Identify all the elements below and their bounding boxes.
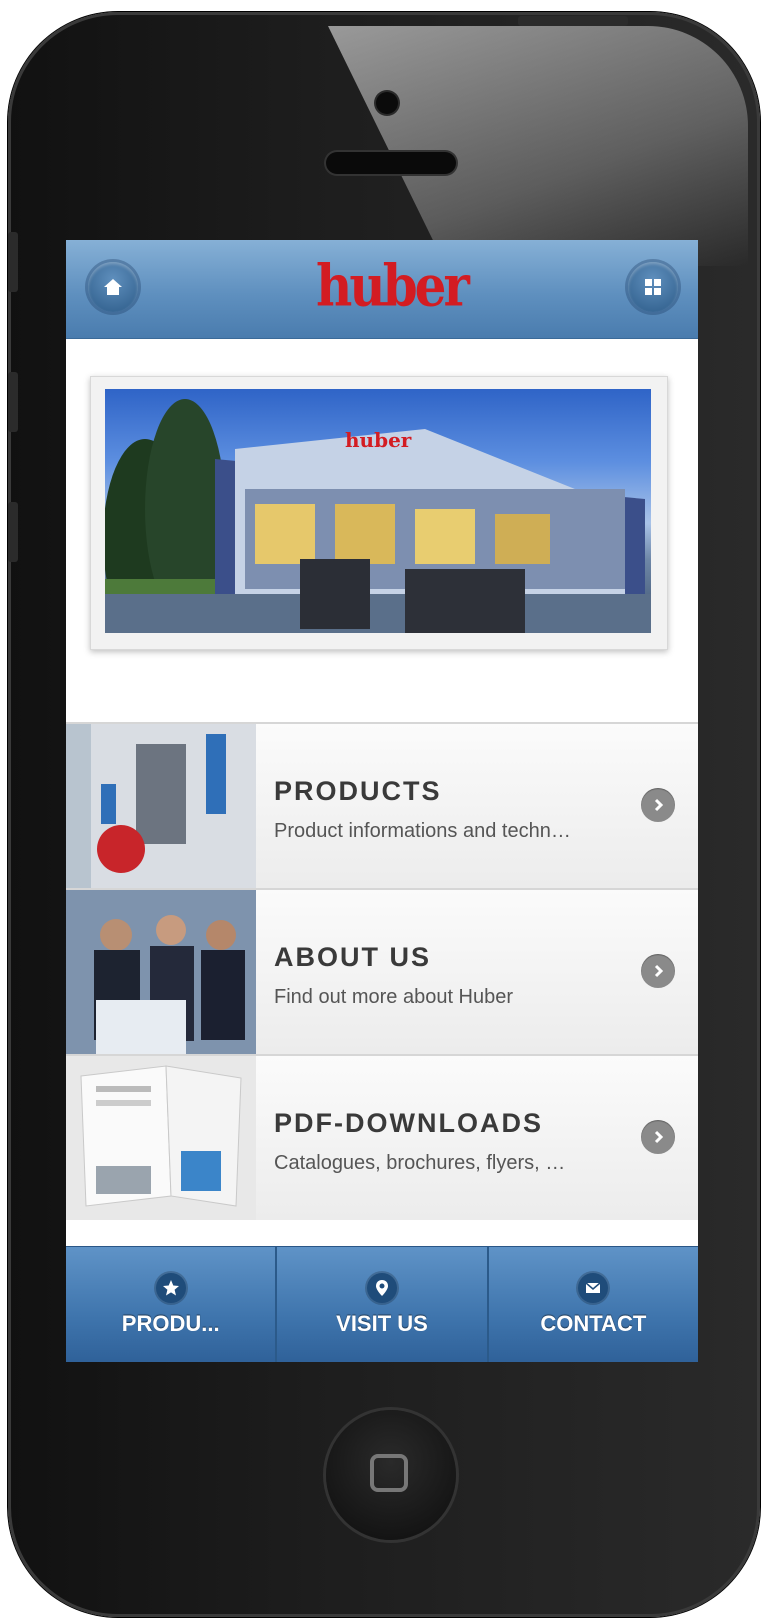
power-button <box>518 16 628 26</box>
location-pin-icon <box>366 1273 397 1303</box>
products-thumbnail <box>66 724 256 888</box>
item-description: Product informations and techn… <box>274 820 571 842</box>
huber-logo: huber <box>316 251 470 320</box>
menu-grid-button[interactable] <box>628 262 678 312</box>
item-description: Catalogues, brochures, flyers, … <box>274 1152 566 1174</box>
home-button[interactable] <box>326 1410 456 1540</box>
pdf-downloads-thumbnail <box>66 1056 256 1220</box>
phone-glare <box>328 26 748 266</box>
volume-down-button <box>8 502 18 562</box>
chevron-right-icon <box>641 1120 675 1154</box>
item-description: Find out more about Huber <box>274 986 514 1008</box>
mail-icon <box>578 1273 609 1303</box>
front-camera <box>376 92 398 114</box>
grid-icon <box>645 279 661 295</box>
item-title: PDF-DOWNLOADS <box>274 1108 543 1138</box>
bottom-tab-bar: PRODU... VISIT US CONTACT <box>66 1246 698 1362</box>
svg-text:huber: huber <box>345 428 412 452</box>
tab-visit-us[interactable]: VISIT US <box>277 1247 489 1362</box>
mute-switch <box>8 232 18 292</box>
app-header: huber <box>66 240 698 339</box>
star-icon <box>155 1273 186 1303</box>
tab-label: CONTACT <box>540 1311 647 1336</box>
list-item-pdf-downloads[interactable]: PDF-DOWNLOADS Catalogues, brochures, fly… <box>66 1054 698 1220</box>
item-title: PRODUCTS <box>274 776 442 806</box>
home-icon <box>104 279 122 295</box>
volume-up-button <box>8 372 18 432</box>
menu-list: PRODUCTS Product informations and techn… <box>66 722 698 1220</box>
about-us-thumbnail <box>66 890 256 1054</box>
chevron-right-icon <box>641 954 675 988</box>
home-nav-button[interactable] <box>88 262 138 312</box>
tab-label: VISIT US <box>336 1311 428 1336</box>
item-title: ABOUT US <box>274 942 431 972</box>
tab-products[interactable]: PRODU... <box>66 1247 278 1362</box>
app-screen: huber huber PRODUCTS Product information… <box>66 240 698 1362</box>
list-item-products[interactable]: PRODUCTS Product informations and techn… <box>66 722 698 888</box>
tab-contact[interactable]: CONTACT <box>489 1247 698 1362</box>
list-item-about-us[interactable]: ABOUT US Find out more about Huber <box>66 888 698 1054</box>
hero-banner: huber <box>90 376 668 650</box>
earpiece-speaker <box>326 152 456 174</box>
building-photo: huber <box>105 389 651 633</box>
tab-label: PRODU... <box>121 1311 220 1336</box>
chevron-right-icon <box>641 788 675 822</box>
